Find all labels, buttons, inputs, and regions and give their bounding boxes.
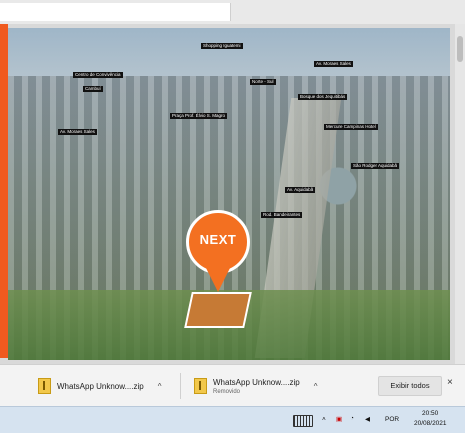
close-icon[interactable]: × xyxy=(447,377,453,388)
wifi-icon[interactable]: ◔ xyxy=(350,415,354,422)
map-label: Av. Moraes Sales xyxy=(58,129,97,135)
chevron-up-icon[interactable]: ^ xyxy=(158,382,162,391)
map-label: Rod. Bandeirantes xyxy=(261,212,303,218)
next-logo: NEXT xyxy=(199,232,237,247)
scrollbar[interactable] xyxy=(455,24,465,364)
network-icon[interactable]: ▣ xyxy=(336,415,342,423)
clock-date[interactable]: 20/08/2021 xyxy=(414,420,447,427)
download-status: Removido xyxy=(213,388,241,395)
taskbar: ˄ ▣ ◔ ◀ POR 20:50 20/08/2021 xyxy=(0,406,465,433)
image-viewer: Shopping Iguatemi Av. Moraes Sales Centr… xyxy=(0,24,455,364)
project-lot xyxy=(184,292,252,328)
map-label: Av. Aquidabã xyxy=(285,187,316,193)
divider xyxy=(180,373,181,399)
map-label: Norte - Sul xyxy=(250,79,276,85)
clock-time[interactable]: 20:50 xyxy=(422,410,438,417)
chevron-up-icon[interactable]: ˄ xyxy=(322,416,326,423)
map-label: São Rodger Aquidabã xyxy=(351,163,400,169)
address-field[interactable] xyxy=(0,3,231,21)
zip-file-icon xyxy=(194,378,207,394)
map-label: Bosque dos Jequitibás xyxy=(298,94,348,100)
download-item[interactable]: WhatsApp Unknow....zip ^ xyxy=(38,371,161,401)
keyboard-icon[interactable] xyxy=(293,415,313,427)
map-label: Mercure Campinas Hotel xyxy=(324,124,378,130)
show-all-button[interactable]: Exibir todos xyxy=(378,376,442,396)
map-label: Praça Prof. Élvio S. Magro xyxy=(170,113,228,119)
download-item[interactable]: WhatsApp Unknow....zip Removido ^ xyxy=(194,371,317,401)
map-label: Shopping Iguatemi xyxy=(201,43,243,49)
map-label: Av. Moraes Sales xyxy=(314,61,353,67)
volume-icon[interactable]: ◀ xyxy=(365,415,370,423)
brand-strip xyxy=(0,24,8,358)
scrollbar-thumb[interactable] xyxy=(457,36,463,62)
download-filename: WhatsApp Unknow....zip xyxy=(57,381,144,391)
language-indicator[interactable]: POR xyxy=(385,416,399,423)
map-label: Cambuí xyxy=(83,86,103,92)
download-filename: WhatsApp Unknow....zip xyxy=(213,377,300,387)
map-label: Centro de Convivência xyxy=(73,72,123,78)
location-pin-tip xyxy=(205,266,231,292)
zip-file-icon xyxy=(38,378,51,394)
downloads-shelf: WhatsApp Unknow....zip ^ WhatsApp Unknow… xyxy=(0,364,465,407)
chevron-up-icon[interactable]: ^ xyxy=(314,382,318,391)
top-bar xyxy=(0,0,465,24)
